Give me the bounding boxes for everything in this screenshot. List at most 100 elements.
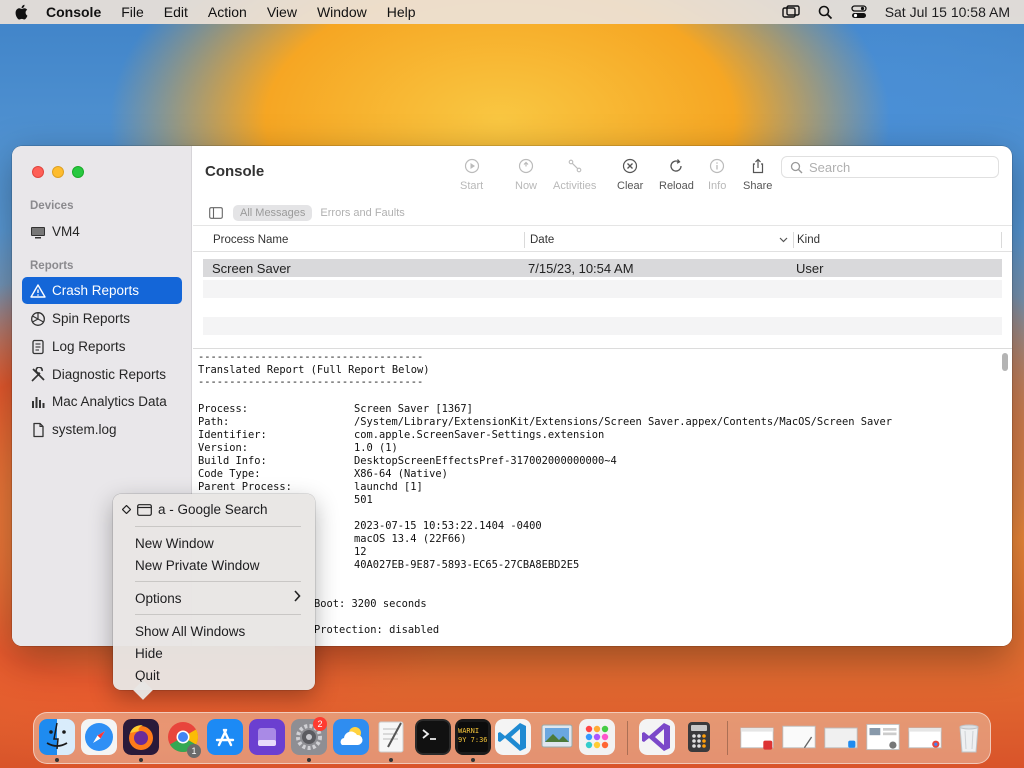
activities-icon: [568, 159, 582, 173]
menu-item-hide[interactable]: Hide: [135, 643, 163, 663]
dock-context-menu: a - Google Search New Window New Private…: [113, 494, 315, 700]
dock-minimized-window-2[interactable]: [781, 719, 821, 755]
sidebar-item-system-log[interactable]: system.log: [22, 416, 182, 443]
dock-separator: [627, 721, 628, 755]
dock-minimized-window-4[interactable]: [865, 719, 905, 755]
control-center-icon[interactable]: [851, 5, 867, 19]
dock-textedit-icon[interactable]: [373, 719, 409, 755]
report-value: 12: [354, 546, 367, 558]
menu-item-options[interactable]: Options: [135, 588, 182, 608]
dock-minimized-window-5[interactable]: [907, 719, 947, 755]
dock-terminal-icon[interactable]: [415, 719, 451, 755]
dock-minimized-window-1[interactable]: [739, 719, 779, 755]
filter-errors-faults[interactable]: Errors and Faults: [320, 207, 404, 219]
report-value: X86-64 (Native): [354, 468, 448, 480]
minimize-button[interactable]: [52, 166, 64, 178]
spinner-icon: [31, 311, 45, 326]
report-rule: ------------------------------------: [198, 351, 424, 363]
dock-disk-utility-icon[interactable]: [249, 719, 285, 755]
dock-calculator-icon[interactable]: [681, 719, 717, 755]
sidebar-item-crash-reports[interactable]: Crash Reports: [22, 277, 182, 304]
report-rule: ------------------------------------: [198, 376, 424, 388]
report-line: Protection: disabled: [314, 624, 440, 636]
spotlight-search-icon[interactable]: [818, 5, 833, 20]
sidebar-item-diagnostic-reports[interactable]: Diagnostic Reports: [22, 361, 182, 388]
clear-button[interactable]: Clear: [617, 158, 643, 192]
column-kind[interactable]: Kind: [797, 234, 820, 246]
menu-view[interactable]: View: [267, 4, 297, 20]
apple-icon[interactable]: [14, 4, 28, 20]
menu-edit[interactable]: Edit: [164, 4, 188, 20]
menu-file[interactable]: File: [121, 4, 144, 20]
sidebar-item-spin-reports[interactable]: Spin Reports: [22, 305, 182, 332]
screen-mirroring-icon[interactable]: [781, 5, 800, 19]
reload-button[interactable]: Reload: [659, 158, 694, 192]
sidebar-item-label: Spin Reports: [52, 311, 131, 326]
dock-app-store-icon[interactable]: [207, 719, 243, 755]
menu-item-window[interactable]: a - Google Search: [122, 502, 268, 517]
sidebar-item-vm4[interactable]: VM4: [22, 218, 182, 245]
sidebar-item-log-reports[interactable]: Log Reports: [22, 333, 182, 360]
computer-icon: [31, 226, 45, 238]
dock-firefox-icon[interactable]: [123, 719, 159, 755]
table-row[interactable]: Screen Saver 7/15/23, 10:54 AM User: [203, 259, 1002, 277]
dock-console-icon[interactable]: WARNI 9Y 7:36: [455, 719, 491, 755]
filter-bar: All Messages Errors and Faults: [193, 200, 1012, 226]
scrollbar[interactable]: [1002, 353, 1008, 371]
report-value: 40A027EB-9E87-5893-EC65-27CBA8EBD2E5: [354, 559, 580, 571]
search-field[interactable]: Search: [781, 156, 999, 178]
dock-preview-icon[interactable]: [539, 719, 575, 755]
dock-separator: [727, 721, 728, 755]
dock-finder-icon[interactable]: [39, 719, 75, 755]
dock-launchpad-icon[interactable]: [579, 719, 615, 755]
menu-item-show-all-windows[interactable]: Show All Windows: [135, 621, 245, 641]
table-row-empty: [203, 317, 1002, 335]
console-icon-text: WARNI 9Y 7:36: [458, 727, 488, 744]
search-input[interactable]: Search: [809, 160, 850, 175]
window-title: Console: [205, 163, 265, 180]
report-value: 501: [354, 494, 373, 506]
close-button[interactable]: [32, 166, 44, 178]
menu-item-quit[interactable]: Quit: [135, 665, 160, 685]
dock-safari-icon[interactable]: [81, 719, 117, 755]
report-viewer[interactable]: ------------------------------------ Tra…: [193, 348, 1012, 646]
dock-weather-icon[interactable]: [333, 719, 369, 755]
report-value: macOS 13.4 (22F66): [354, 533, 467, 545]
cell-date: 7/15/23, 10:54 AM: [528, 261, 634, 276]
sidebar-toggle-icon[interactable]: [209, 206, 223, 219]
menu-window[interactable]: Window: [317, 4, 367, 20]
menu-clock[interactable]: Sat Jul 15 10:58 AM: [885, 4, 1010, 20]
info-icon: [710, 158, 725, 174]
info-button[interactable]: Info: [708, 158, 726, 192]
report-value: Screen Saver [1367]: [354, 403, 473, 415]
bar-chart-icon: [32, 396, 45, 408]
menu-item-new-window[interactable]: New Window: [135, 533, 214, 553]
menu-item-new-private-window[interactable]: New Private Window: [135, 555, 260, 575]
diamond-icon: [122, 505, 131, 514]
menu-help[interactable]: Help: [387, 4, 416, 20]
running-indicator: [139, 758, 143, 762]
column-process-name[interactable]: Process Name: [213, 234, 288, 246]
start-button[interactable]: Start: [460, 158, 483, 192]
report-label: Build Info:: [198, 455, 267, 467]
sidebar-item-mac-analytics-data[interactable]: Mac Analytics Data: [22, 388, 182, 415]
zoom-button[interactable]: [72, 166, 84, 178]
column-date[interactable]: Date: [530, 234, 554, 246]
settings-badge: 2: [313, 717, 327, 731]
report-label: Identifier:: [198, 429, 267, 441]
dock-trash-icon[interactable]: [951, 719, 987, 755]
dock-vscode-icon[interactable]: [495, 719, 531, 755]
clear-icon: [623, 158, 638, 174]
menu-app-console[interactable]: Console: [46, 4, 101, 20]
filter-all-messages[interactable]: All Messages: [233, 204, 313, 221]
now-button[interactable]: Now: [515, 158, 537, 192]
chrome-badge: 1: [187, 744, 201, 758]
share-button[interactable]: Share: [743, 158, 772, 192]
column-divider: [524, 232, 525, 248]
menu-separator: [135, 526, 301, 527]
activities-button[interactable]: Activities: [553, 158, 596, 192]
dock-visual-studio-icon[interactable]: [639, 719, 675, 755]
running-indicator: [307, 758, 311, 762]
dock-minimized-window-3[interactable]: [823, 719, 863, 755]
menu-action[interactable]: Action: [208, 4, 247, 20]
